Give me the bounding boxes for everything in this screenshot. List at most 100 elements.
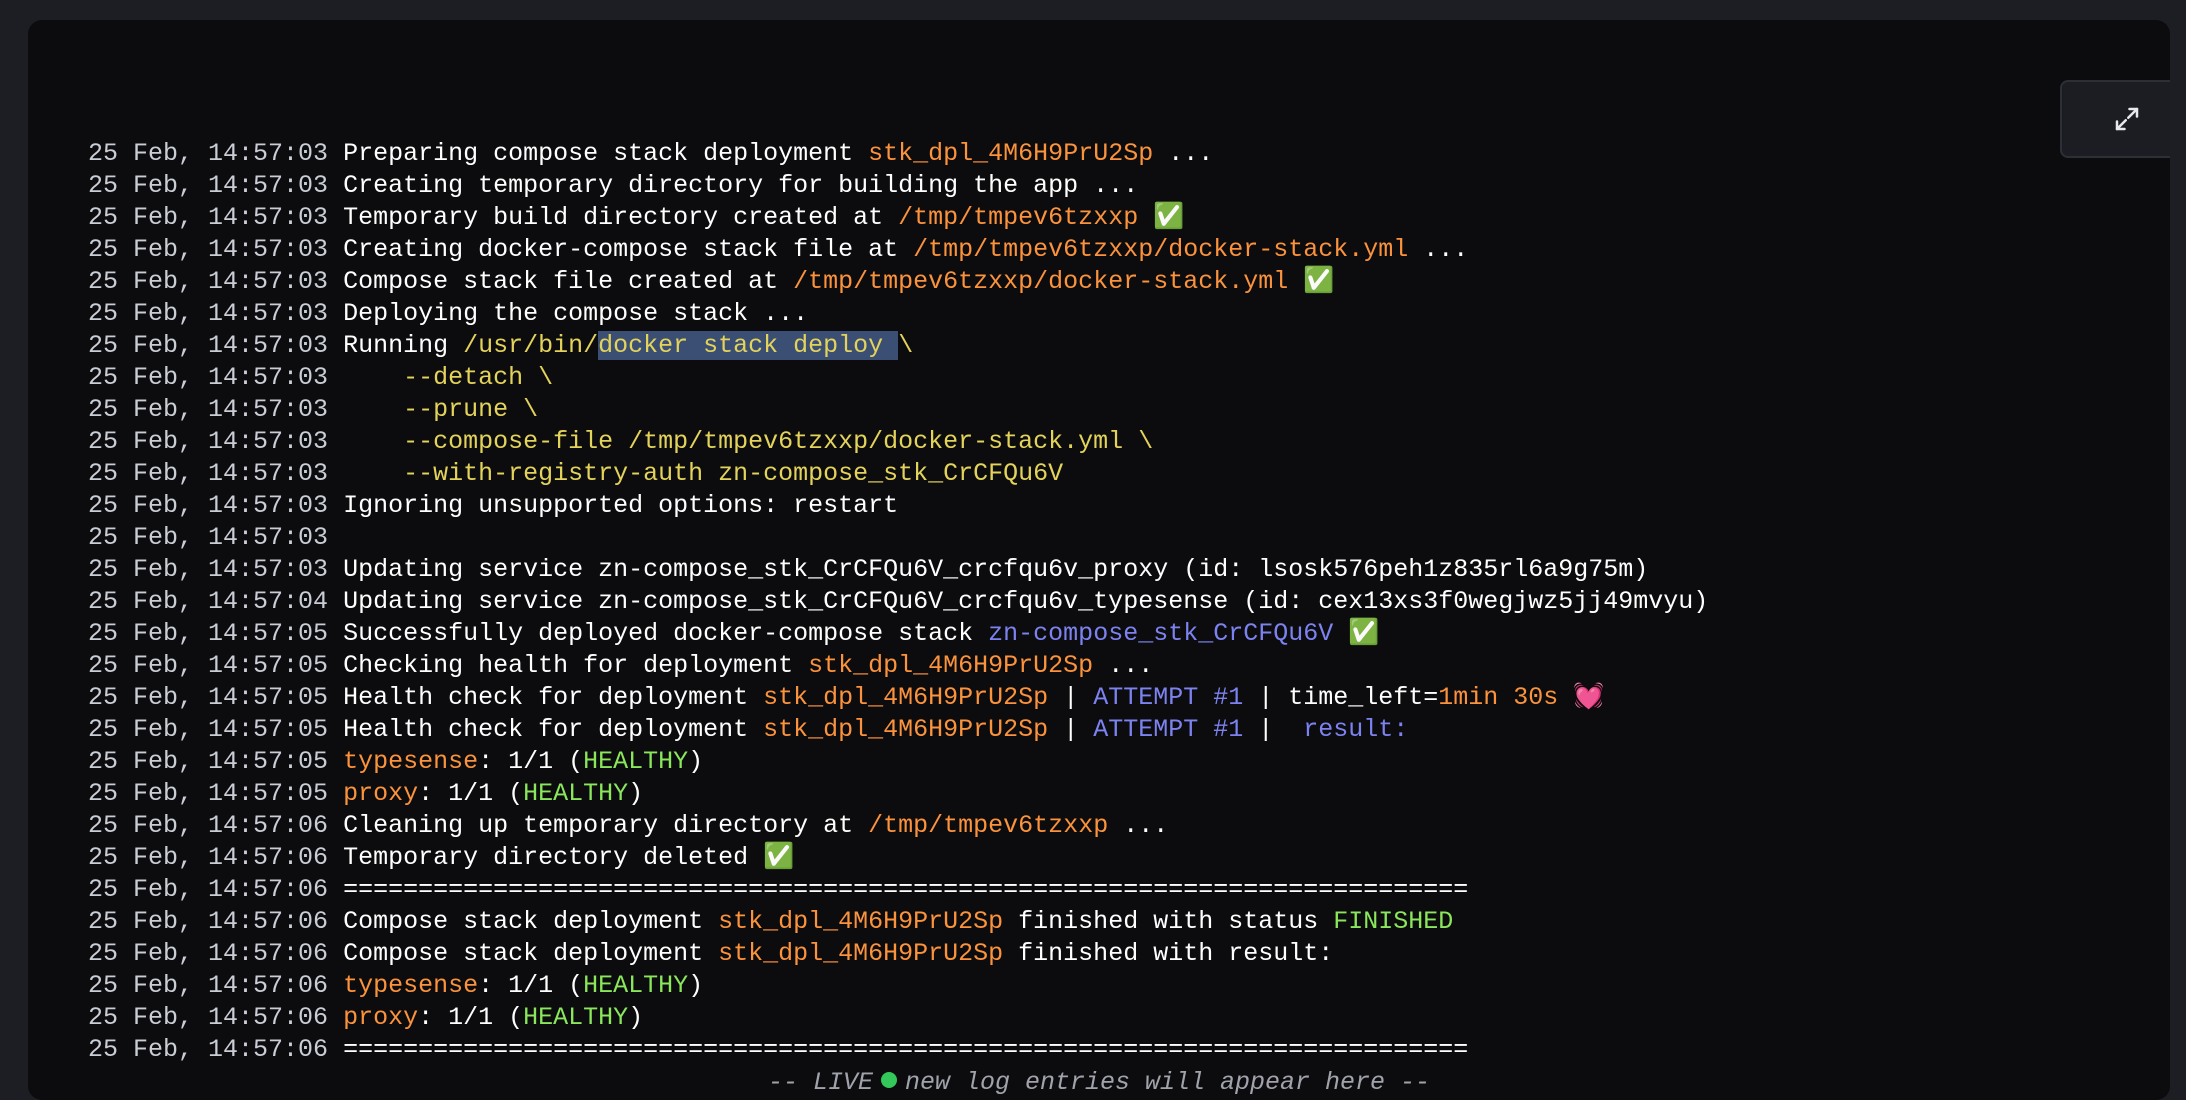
- log-text: Temporary directory deleted ✅: [343, 843, 795, 872]
- log-text: ...: [1408, 235, 1469, 264]
- log-text: stk_dpl_4M6H9PrU2Sp: [868, 139, 1154, 168]
- log-text: Temporary build directory created at: [343, 203, 899, 232]
- log-text: --compose-file /tmp/tmpev6tzxxp/docker-s…: [343, 427, 1154, 456]
- log-timestamp: 25 Feb, 14:57:03: [88, 171, 329, 200]
- log-line: 25 Feb, 14:57:05 typesense: 1/1 (HEALTHY…: [88, 746, 1708, 778]
- log-text: ): [688, 971, 704, 1000]
- log-timestamp: 25 Feb, 14:57:06: [88, 1035, 329, 1064]
- log-timestamp: 25 Feb, 14:57:03: [88, 395, 329, 424]
- log-viewer-panel: 25 Feb, 14:57:03 Preparing compose stack…: [28, 20, 2170, 1100]
- log-line: 25 Feb, 14:57:05 Health check for deploy…: [88, 714, 1708, 746]
- log-text: 💓: [1558, 683, 1605, 712]
- log-text: finished with status: [1003, 907, 1334, 936]
- log-text: Creating temporary directory for buildin…: [343, 171, 1139, 200]
- log-text: /usr/bin/: [463, 331, 599, 360]
- log-line: 25 Feb, 14:57:03 Running /usr/bin/docker…: [88, 330, 1708, 362]
- log-text: HEALTHY: [523, 779, 629, 808]
- log-timestamp: 25 Feb, 14:57:04: [88, 587, 329, 616]
- log-line: 25 Feb, 14:57:06 Cleaning up temporary d…: [88, 810, 1708, 842]
- log-text: Checking health for deployment: [343, 651, 809, 680]
- log-line: 25 Feb, 14:57:05 Checking health for dep…: [88, 650, 1708, 682]
- log-timestamp: 25 Feb, 14:57:03: [88, 139, 329, 168]
- log-text: ✅: [1288, 267, 1335, 296]
- log-text: HEALTHY: [583, 971, 689, 1000]
- log-text: zn-compose_stk_CrCFQu6V: [988, 619, 1334, 648]
- log-line: 25 Feb, 14:57:03 --detach \: [88, 362, 1708, 394]
- live-prefix: -- LIVE: [767, 1068, 873, 1097]
- log-text: FINISHED: [1333, 907, 1454, 936]
- log-line: 25 Feb, 14:57:03 Deploying the compose s…: [88, 298, 1708, 330]
- log-text: ...: [1093, 651, 1154, 680]
- log-text: --with-registry-auth zn-compose_stk_CrCF…: [343, 459, 1064, 488]
- log-text: \: [898, 331, 914, 360]
- log-text: Health check for deployment: [343, 715, 764, 744]
- log-line: 25 Feb, 14:57:05 Health check for deploy…: [88, 682, 1708, 714]
- expand-icon: [2115, 107, 2139, 131]
- log-text: ✅: [1138, 203, 1185, 232]
- log-line: 25 Feb, 14:57:04 Updating service zn-com…: [88, 586, 1708, 618]
- log-timestamp: 25 Feb, 14:57:03: [88, 427, 329, 456]
- log-text: : 1/1 (: [478, 971, 584, 1000]
- log-text: Running: [343, 331, 464, 360]
- log-line: 25 Feb, 14:57:05 proxy: 1/1 (HEALTHY): [88, 778, 1708, 810]
- log-text: |: [1243, 715, 1304, 744]
- log-text: Compose stack file created at: [343, 267, 794, 296]
- log-text: stk_dpl_4M6H9PrU2Sp: [763, 715, 1049, 744]
- log-text: Successfully deployed docker-compose sta…: [343, 619, 989, 648]
- log-text: Preparing compose stack deployment: [343, 139, 869, 168]
- log-line: 25 Feb, 14:57:03 Updating service zn-com…: [88, 554, 1708, 586]
- log-text: HEALTHY: [583, 747, 689, 776]
- log-timestamp: 25 Feb, 14:57:06: [88, 811, 329, 840]
- log-timestamp: 25 Feb, 14:57:05: [88, 779, 329, 808]
- log-text: typesense: [343, 747, 479, 776]
- log-line: 25 Feb, 14:57:03 Creating docker-compose…: [88, 234, 1708, 266]
- log-timestamp: 25 Feb, 14:57:05: [88, 683, 329, 712]
- live-status-dot: [880, 1072, 897, 1089]
- log-timestamp: 25 Feb, 14:57:03: [88, 203, 329, 232]
- log-timestamp: 25 Feb, 14:57:06: [88, 939, 329, 968]
- log-line: 25 Feb, 14:57:06 =======================…: [88, 874, 1708, 906]
- log-timestamp: 25 Feb, 14:57:03: [88, 523, 329, 552]
- log-timestamp: 25 Feb, 14:57:03: [88, 459, 329, 488]
- log-text: stk_dpl_4M6H9PrU2Sp: [808, 651, 1094, 680]
- log-text: | time_left=: [1243, 683, 1439, 712]
- log-text: --prune \: [343, 395, 539, 424]
- log-text: Deploying the compose stack ...: [343, 299, 809, 328]
- log-text: Creating docker-compose stack file at: [343, 235, 914, 264]
- log-timestamp: 25 Feb, 14:57:03: [88, 235, 329, 264]
- log-timestamp: 25 Feb, 14:57:03: [88, 363, 329, 392]
- log-timestamp: 25 Feb, 14:57:06: [88, 1003, 329, 1032]
- log-line: 25 Feb, 14:57:06 Compose stack deploymen…: [88, 938, 1708, 970]
- log-text: : 1/1 (: [418, 1003, 524, 1032]
- log-text: Health check for deployment: [343, 683, 764, 712]
- log-text: /tmp/tmpev6tzxxp: [898, 203, 1139, 232]
- log-text: typesense: [343, 971, 479, 1000]
- log-text: stk_dpl_4M6H9PrU2Sp: [718, 907, 1004, 936]
- log-timestamp: 25 Feb, 14:57:05: [88, 619, 329, 648]
- log-timestamp: 25 Feb, 14:57:06: [88, 907, 329, 936]
- log-line: 25 Feb, 14:57:06 =======================…: [88, 1034, 1708, 1066]
- log-text: /tmp/tmpev6tzxxp/docker-stack.yml: [793, 267, 1289, 296]
- log-timestamp: 25 Feb, 14:57:03: [88, 299, 329, 328]
- log-text: HEALTHY: [523, 1003, 629, 1032]
- log-text: |: [1048, 683, 1094, 712]
- log-text: ...: [1108, 811, 1169, 840]
- log-line: 25 Feb, 14:57:03 --prune \: [88, 394, 1708, 426]
- log-text: /tmp/tmpev6tzxxp/docker-stack.yml: [913, 235, 1409, 264]
- log-text: ): [628, 1003, 644, 1032]
- log-text: Updating service zn-compose_stk_CrCFQu6V…: [343, 587, 1709, 616]
- log-text: ========================================…: [343, 875, 1469, 904]
- log-timestamp: 25 Feb, 14:57:03: [88, 267, 329, 296]
- log-text: ): [628, 779, 644, 808]
- log-line: 25 Feb, 14:57:06 proxy: 1/1 (HEALTHY): [88, 1002, 1708, 1034]
- log-timestamp: 25 Feb, 14:57:06: [88, 843, 329, 872]
- log-text: Updating service zn-compose_stk_CrCFQu6V…: [343, 555, 1649, 584]
- log-text: ATTEMPT #1: [1093, 715, 1244, 744]
- log-line: 25 Feb, 14:57:03 --with-registry-auth zn…: [88, 458, 1708, 490]
- log-line: 25 Feb, 14:57:03 Compose stack file crea…: [88, 266, 1708, 298]
- log-timestamp: 25 Feb, 14:57:05: [88, 747, 329, 776]
- log-text: Cleaning up temporary directory at: [343, 811, 869, 840]
- log-output[interactable]: 25 Feb, 14:57:03 Preparing compose stack…: [88, 138, 1708, 1066]
- fullscreen-button[interactable]: [2060, 80, 2170, 158]
- log-text: stk_dpl_4M6H9PrU2Sp: [763, 683, 1049, 712]
